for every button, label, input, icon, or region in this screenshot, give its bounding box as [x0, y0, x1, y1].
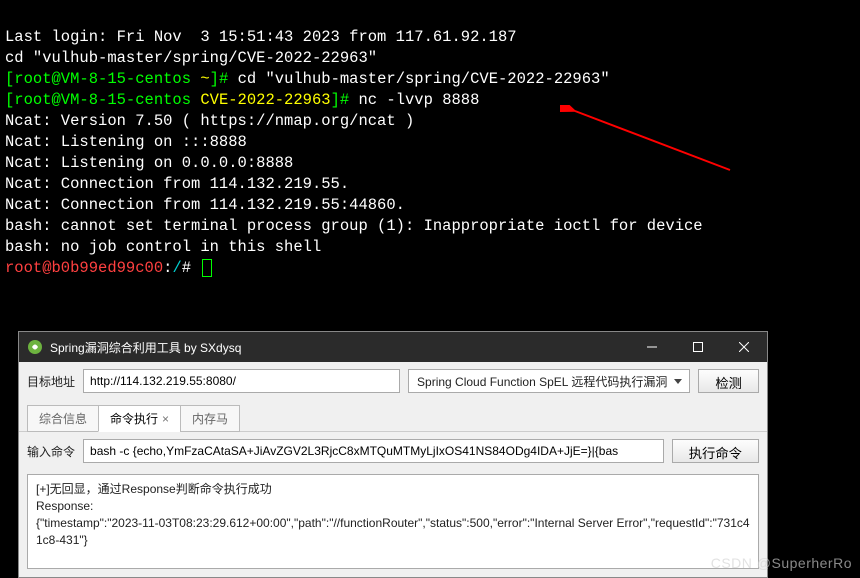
titlebar[interactable]: Spring漏洞综合利用工具 by SXdysq [19, 332, 767, 362]
window-title: Spring漏洞综合利用工具 by SXdysq [50, 339, 629, 356]
shell-hash: # [182, 259, 201, 277]
response-line1: [+]无回显，通过Response判断命令执行成功 [36, 481, 750, 498]
bash-err1: bash: cannot set terminal process group … [5, 217, 703, 235]
tab-close-icon[interactable]: × [162, 412, 169, 426]
prompt2-user: [root@VM-8-15-centos [5, 91, 200, 109]
command-input[interactable] [83, 439, 664, 463]
tab-info[interactable]: 综合信息 [27, 405, 99, 432]
detect-button[interactable]: 检测 [698, 369, 759, 393]
tabs: 综合信息 命令执行× 内存马 [19, 400, 767, 432]
prompt1-path: ~ [200, 70, 209, 88]
command-row: 输入命令 执行命令 [19, 432, 767, 470]
prompt1-tail: ]# [210, 70, 238, 88]
shell-path: / [172, 259, 181, 277]
bash-err2: bash: no job control in this shell [5, 238, 321, 256]
target-row: 目标地址 Spring Cloud Function SpEL 远程代码执行漏洞… [19, 362, 767, 400]
cmd1: cd "vulhub-master/spring/CVE-2022-22963" [238, 70, 610, 88]
ncat-listen2: Ncat: Listening on 0.0.0.0:8888 [5, 154, 293, 172]
target-label: 目标地址 [27, 373, 75, 390]
tab-memshell[interactable]: 内存马 [180, 405, 240, 432]
execute-button[interactable]: 执行命令 [672, 439, 759, 463]
cursor-icon[interactable] [202, 259, 212, 277]
target-url-input[interactable] [83, 369, 400, 393]
tab-exec[interactable]: 命令执行× [98, 405, 181, 432]
vuln-selected: Spring Cloud Function SpEL 远程代码执行漏洞 [417, 373, 667, 390]
last-login: Last login: Fri Nov 3 15:51:43 2023 from… [5, 28, 517, 46]
close-button[interactable] [721, 332, 767, 362]
response-output[interactable]: [+]无回显，通过Response判断命令执行成功 Response: {"ti… [27, 474, 759, 569]
cmd-label: 输入命令 [27, 443, 75, 460]
echo-cd: cd "vulhub-master/spring/CVE-2022-22963" [5, 49, 377, 67]
ncat-version: Ncat: Version 7.50 ( https://nmap.org/nc… [5, 112, 414, 130]
ncat-conn2: Ncat: Connection from 114.132.219.55:448… [5, 196, 405, 214]
prompt1-user: [root@VM-8-15-centos [5, 70, 200, 88]
ncat-conn1: Ncat: Connection from 114.132.219.55. [5, 175, 349, 193]
app-icon [27, 339, 43, 355]
response-line3: {"timestamp":"2023-11-03T08:23:29.612+00… [36, 515, 750, 549]
prompt2-path: CVE-2022-22963 [200, 91, 330, 109]
maximize-button[interactable] [675, 332, 721, 362]
prompt2-tail: ]# [331, 91, 359, 109]
watermark: CSDN @SuperherRo [711, 555, 852, 571]
response-line2: Response: [36, 498, 750, 515]
vuln-select[interactable]: Spring Cloud Function SpEL 远程代码执行漏洞 [408, 369, 690, 393]
cmd2: nc -lvvp 8888 [358, 91, 479, 109]
spring-tool-window: Spring漏洞综合利用工具 by SXdysq 目标地址 Spring Clo… [18, 331, 768, 578]
shell-user: root@b0b99ed99c00 [5, 259, 163, 277]
ncat-listen1: Ncat: Listening on :::8888 [5, 133, 247, 151]
terminal-output: Last login: Fri Nov 3 15:51:43 2023 from… [0, 0, 860, 285]
minimize-button[interactable] [629, 332, 675, 362]
